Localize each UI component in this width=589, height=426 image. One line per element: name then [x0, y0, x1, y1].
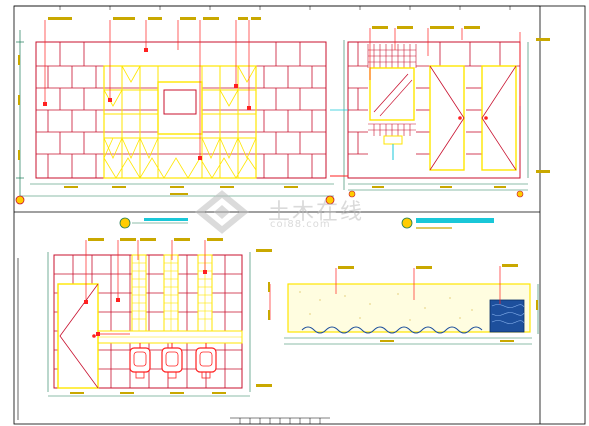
section-d — [268, 264, 539, 345]
title-marker-b — [401, 217, 494, 229]
title-marker-a — [119, 217, 188, 229]
elevation-b — [330, 26, 550, 198]
elevation-a — [15, 17, 335, 205]
bottom-ruler — [230, 417, 330, 424]
urinal-1 — [129, 343, 151, 379]
section-marker-icon — [119, 217, 131, 229]
watermark-logo-icon — [195, 190, 249, 234]
top-ruler — [14, 5, 540, 10]
urinal-2 — [161, 343, 183, 379]
watermark-domain-text: coi88.com — [270, 219, 331, 230]
elevation-c — [17, 238, 272, 420]
watermark: 土木在线 coi88.com — [188, 190, 403, 236]
section-marker-icon — [401, 217, 413, 229]
